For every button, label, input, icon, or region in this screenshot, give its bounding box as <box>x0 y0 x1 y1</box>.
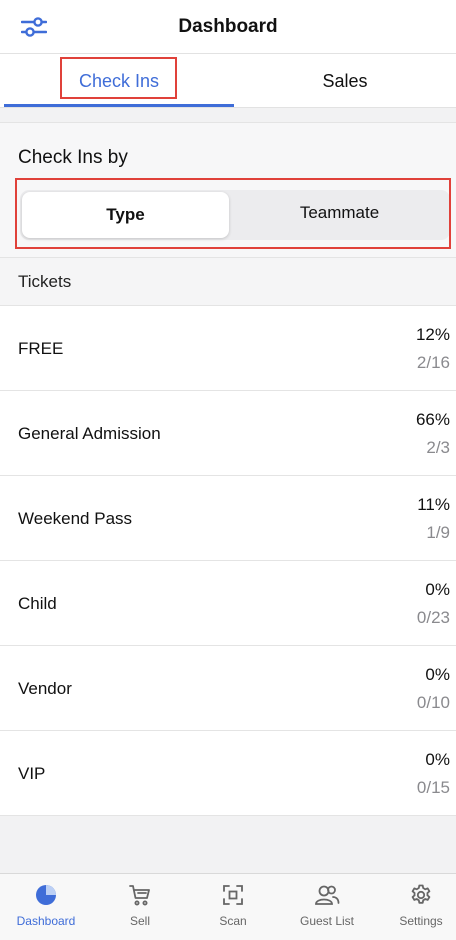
list-item[interactable]: FREE 12% 2/16 <box>0 306 456 391</box>
page-title: Dashboard <box>178 16 278 37</box>
ticket-name: FREE <box>18 339 64 358</box>
tab-check-ins[interactable]: Check Ins <box>4 54 234 108</box>
ticket-percent: 12% <box>415 325 450 344</box>
ticket-name: VIP <box>18 764 46 783</box>
ticket-name: Child <box>18 594 57 613</box>
ticket-fraction: 1/9 <box>426 523 450 542</box>
nav-label: Settings <box>399 914 443 928</box>
active-tab-indicator <box>4 104 234 107</box>
section-title: Check Ins by <box>18 147 128 168</box>
ticket-list: FREE 12% 2/16 General Admission 66% 2/3 … <box>0 306 456 816</box>
nav-label: Scan <box>219 914 247 928</box>
ticket-fraction: 2/3 <box>426 438 450 457</box>
nav-dashboard[interactable]: Dashboard <box>6 882 86 934</box>
nav-guest-list[interactable]: Guest List <box>287 882 367 934</box>
ticket-percent: 0% <box>425 580 450 599</box>
guests-icon <box>314 882 340 908</box>
list-item[interactable]: General Admission 66% 2/3 <box>0 391 456 476</box>
bottom-nav: Dashboard Sell Scan Guest List Settings <box>0 873 456 940</box>
list-item[interactable]: Child 0% 0/23 <box>0 561 456 646</box>
nav-label: Sell <box>129 914 150 928</box>
list-item[interactable]: Weekend Pass 11% 1/9 <box>0 476 456 561</box>
ticket-percent: 11% <box>417 495 450 514</box>
ticket-percent: 0% <box>425 665 450 684</box>
list-item[interactable]: Vendor 0% 0/10 <box>0 646 456 731</box>
tab-sales[interactable]: Sales <box>234 54 456 108</box>
ticket-fraction: 0/23 <box>416 608 450 627</box>
cart-icon <box>127 882 153 908</box>
nav-settings[interactable]: Settings <box>381 882 456 934</box>
gear-icon <box>408 882 434 908</box>
nav-scan[interactable]: Scan <box>193 882 273 934</box>
list-item[interactable]: VIP 0% 0/15 <box>0 731 456 816</box>
ticket-name: Weekend Pass <box>18 509 133 528</box>
nav-label: Guest List <box>299 914 355 928</box>
segment-type[interactable]: Type <box>22 192 229 238</box>
group-title-tickets: Tickets <box>18 272 72 291</box>
tab-bar: Check Ins Sales <box>0 54 456 108</box>
ticket-name: Vendor <box>18 679 72 698</box>
nav-label: Dashboard <box>16 914 76 928</box>
ticket-fraction: 0/10 <box>416 693 450 712</box>
scan-icon <box>220 882 246 908</box>
segment-teammate[interactable]: Teammate <box>229 190 450 236</box>
ticket-percent: 0% <box>425 750 450 769</box>
app-header: Dashboard <box>0 0 456 54</box>
ticket-fraction: 2/16 <box>416 353 450 372</box>
ticket-percent: 66% <box>415 410 450 429</box>
pie-chart-icon <box>33 882 59 908</box>
ticket-name: General Admission <box>18 424 161 443</box>
ticket-fraction: 0/15 <box>416 778 450 797</box>
nav-sell[interactable]: Sell <box>100 882 180 934</box>
